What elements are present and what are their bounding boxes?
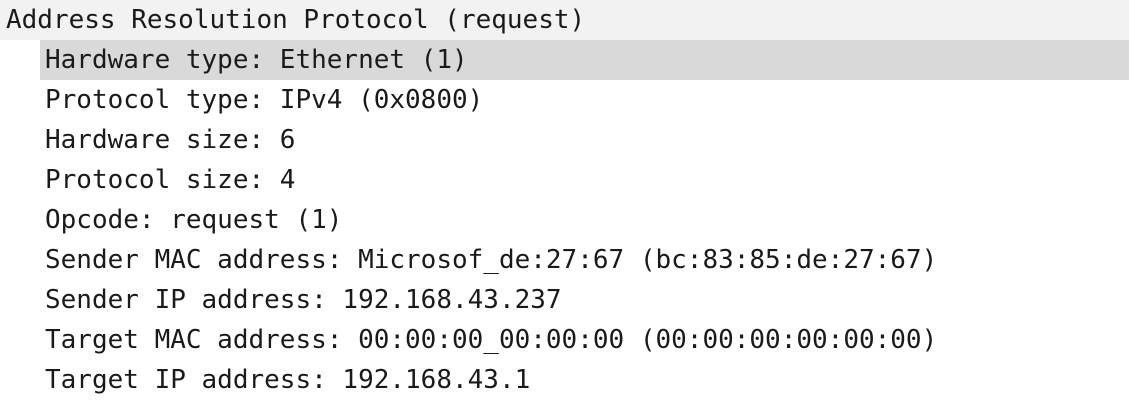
field-hardware-size[interactable]: Hardware size: 6 (40, 120, 1129, 160)
packet-detail-tree: Address Resolution Protocol (request) Ha… (0, 0, 1129, 400)
field-sender-mac-address[interactable]: Sender MAC address: Microsof_de:27:67 (b… (40, 240, 1129, 280)
arp-protocol-header[interactable]: Address Resolution Protocol (request) (0, 0, 1129, 40)
field-target-mac-address[interactable]: Target MAC address: 00:00:00_00:00:00 (0… (40, 320, 1129, 360)
field-protocol-size[interactable]: Protocol size: 4 (40, 160, 1129, 200)
field-opcode[interactable]: Opcode: request (1) (40, 200, 1129, 240)
field-sender-ip-address[interactable]: Sender IP address: 192.168.43.237 (40, 280, 1129, 320)
field-target-ip-address[interactable]: Target IP address: 192.168.43.1 (40, 360, 1129, 400)
field-hardware-type[interactable]: Hardware type: Ethernet (1) (40, 40, 1129, 80)
field-protocol-type[interactable]: Protocol type: IPv4 (0x0800) (40, 80, 1129, 120)
